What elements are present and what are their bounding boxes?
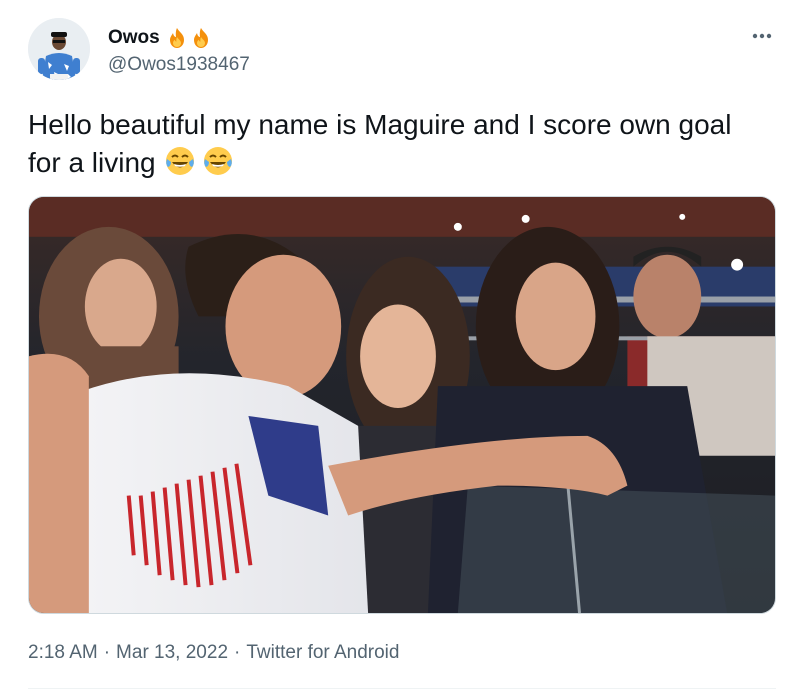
meta-separator: · [103,642,111,663]
more-horizontal-icon [752,33,772,39]
tweet-photo[interactable] [28,196,776,614]
fire-icon [166,27,188,49]
avatar-image [28,18,90,80]
more-options-button[interactable] [750,24,774,48]
avatar[interactable] [28,18,90,80]
tweet-date[interactable]: Mar 13, 2022 [116,642,228,664]
display-name[interactable]: Owos [108,27,160,49]
tweet-time[interactable]: 2:18 AM [28,642,98,664]
fire-icon [190,27,212,49]
face-with-tears-of-joy-icon [165,147,194,175]
tweet-source[interactable]: Twitter for Android [246,642,399,664]
face-with-tears-of-joy-icon [203,147,232,175]
author-handle[interactable]: @Owos1938467 [108,54,250,76]
divider [28,688,776,689]
tweet-meta: 2:18 AM · Mar 13, 2022 · Twitter for And… [28,642,399,664]
stadium-photo [29,197,775,613]
meta-separator: · [234,642,241,663]
author-name-row[interactable]: Owos [108,26,212,50]
tweet-card: Owos @Owos1938467 Hello beautiful my nam… [0,0,800,694]
tweet-text-body: Hello beautiful my name is Maguire and I… [28,109,732,178]
tweet-text: Hello beautiful my name is Maguire and I… [28,106,768,182]
